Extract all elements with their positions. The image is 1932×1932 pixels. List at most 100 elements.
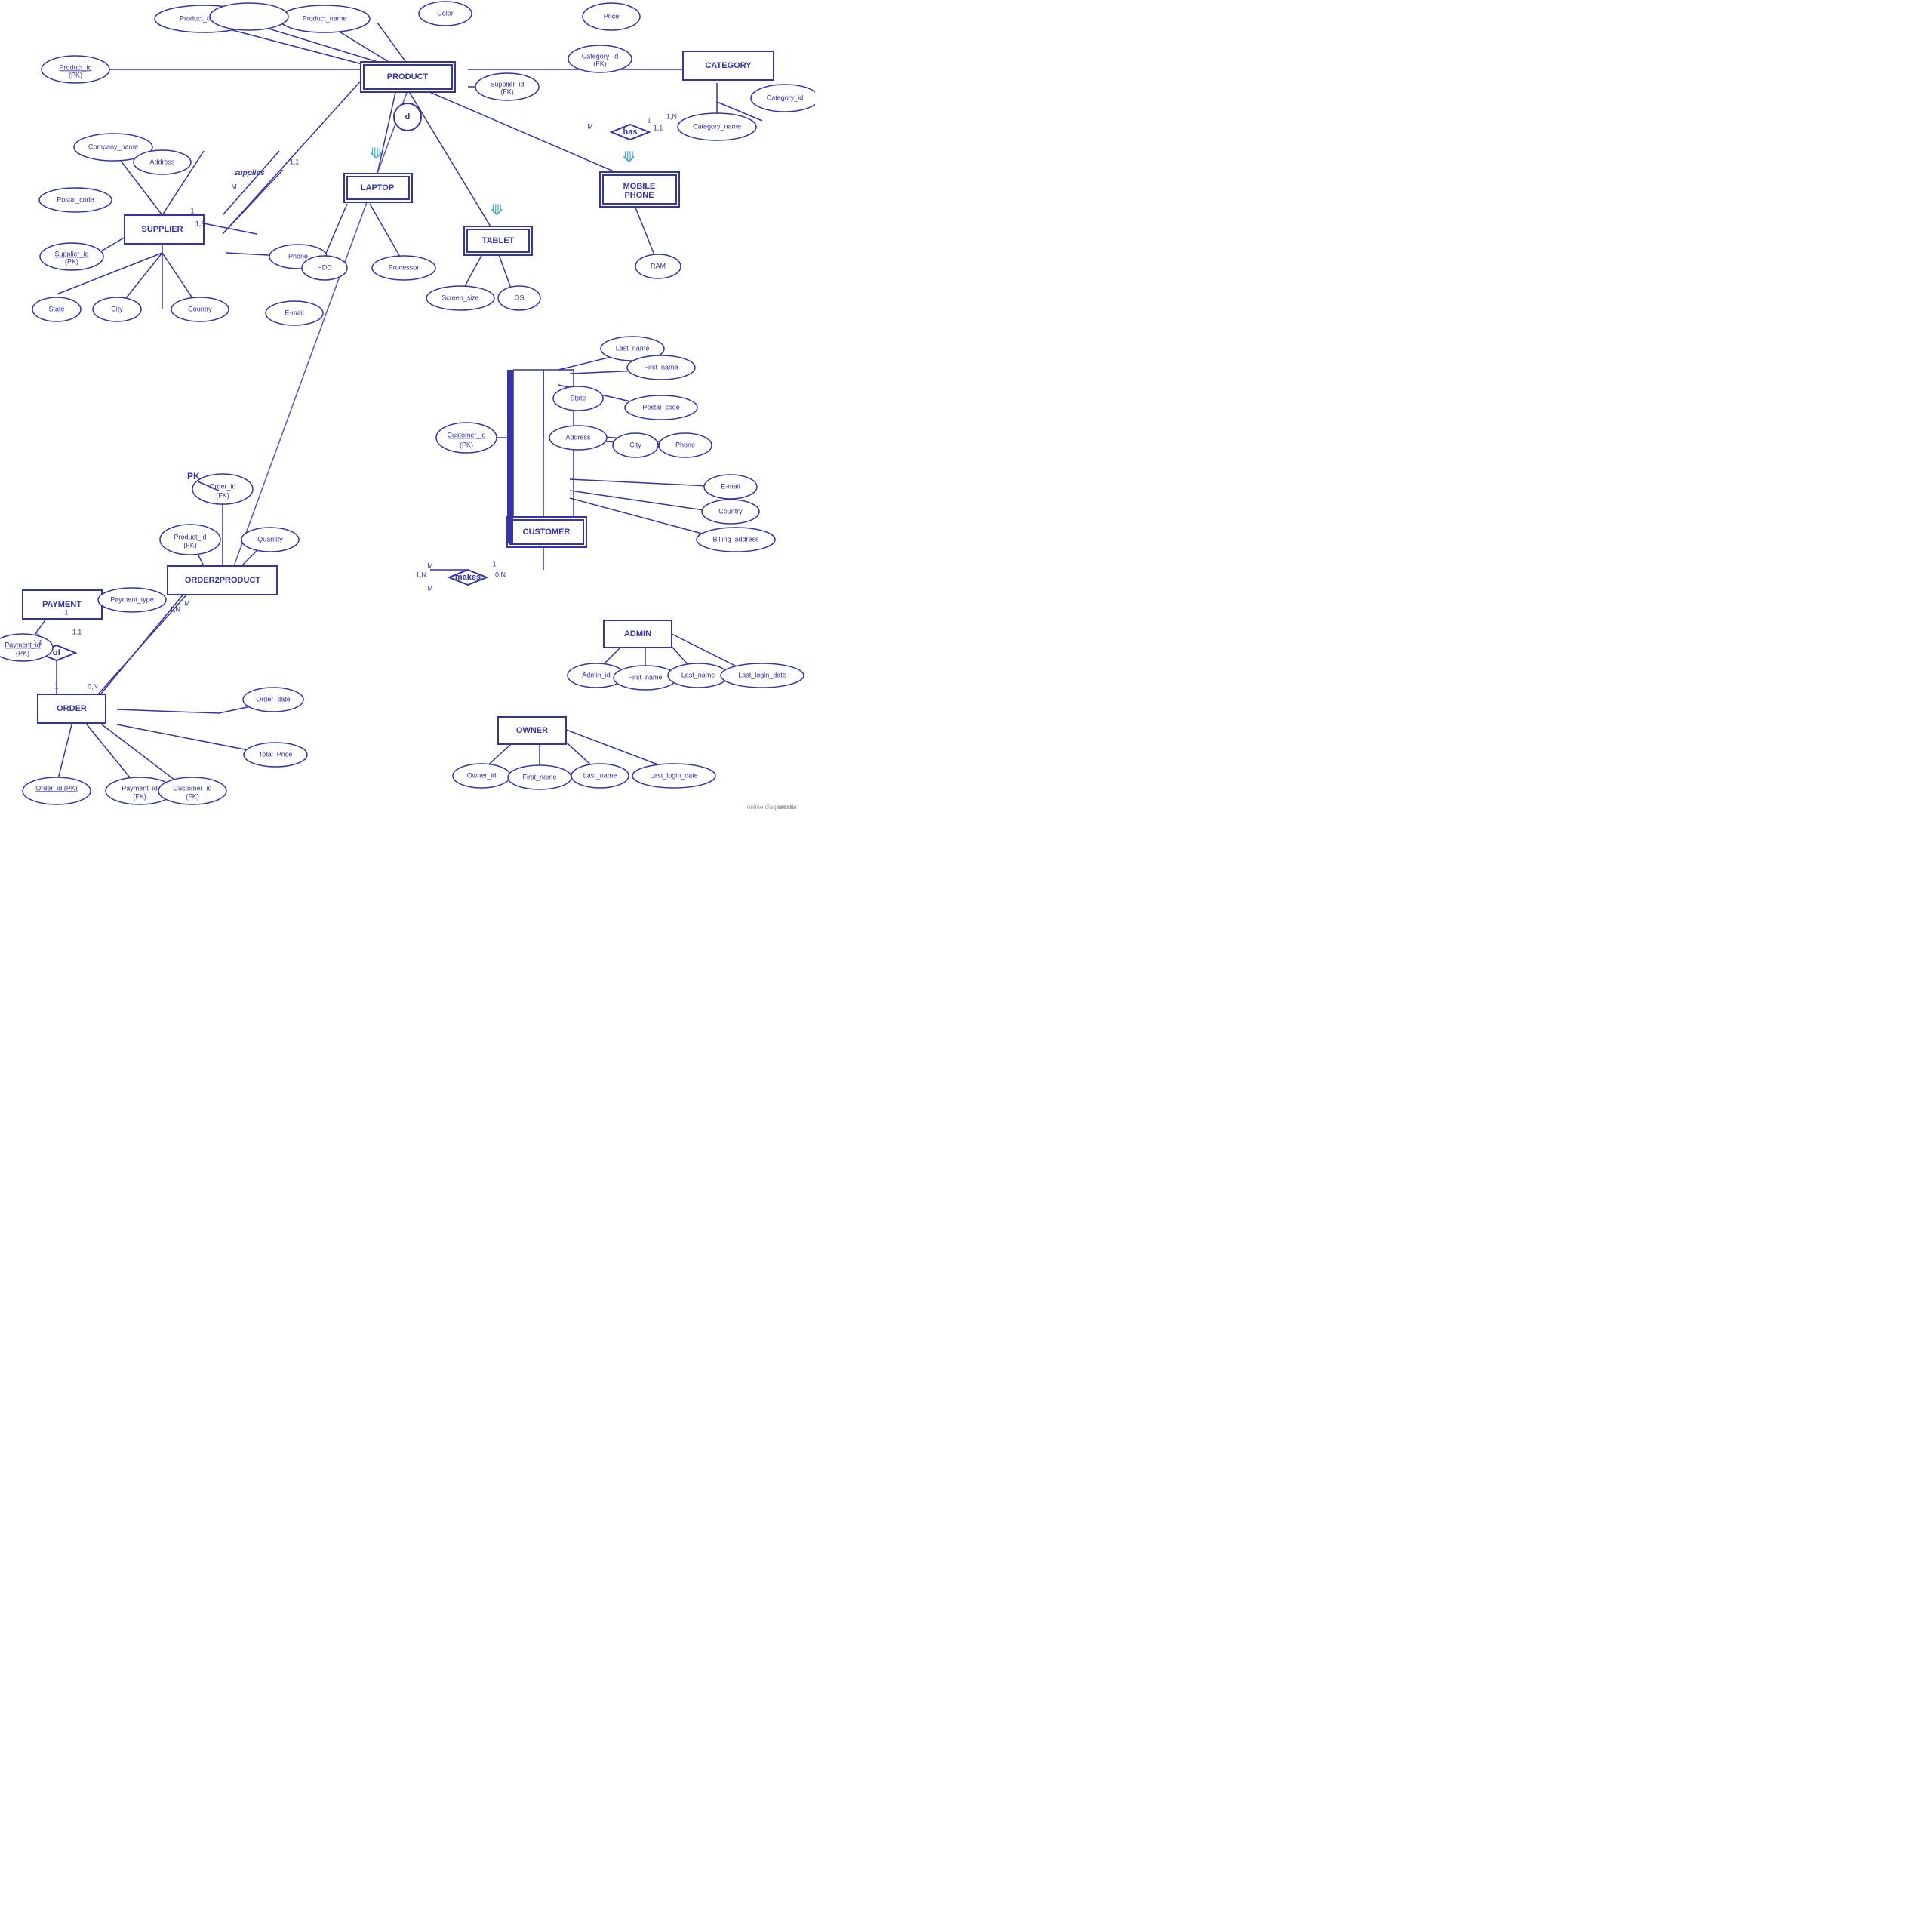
attr-postal-code-supplier-text: Postal_code: [57, 195, 94, 203]
attr-color-text: Color: [437, 9, 454, 17]
card-supplies-1: 1: [190, 207, 194, 214]
attr-supplier-id-fk-text: Supplier_id: [490, 80, 524, 88]
attr-phone-supplier-text: Phone: [288, 252, 308, 260]
attr-billing-address-text: Billing_address: [712, 535, 759, 543]
customer-label: CUSTOMER: [523, 528, 571, 537]
owner-label: OWNER: [516, 726, 548, 735]
customer-box-left: [507, 370, 513, 543]
attr-order-id-fk-sub: (FK): [216, 491, 229, 499]
card-o2p-m: M: [184, 599, 190, 607]
isa-arrow-right: ⟱: [623, 149, 635, 166]
attr-postal-code-cust-text: Postal_code: [642, 403, 680, 411]
product-label: PRODUCT: [387, 72, 429, 82]
attr-product-id-pk-sub: (PK): [69, 71, 82, 78]
card-supplies-m: M: [231, 183, 237, 190]
isa-arrow-mid: ⟱: [491, 202, 503, 219]
card-has-m: M: [587, 122, 593, 130]
attr-city-cust-text: City: [629, 441, 641, 448]
watermark-brand: creati: [777, 804, 793, 811]
tablet-label: TABLET: [482, 236, 515, 245]
order-label: ORDER: [57, 704, 87, 713]
attr-os-text: OS: [514, 294, 524, 301]
attr-date-added: [210, 3, 288, 30]
attr-owner-first-name-text: First_name: [522, 773, 556, 780]
attr-order-date-text: Order_date: [256, 695, 291, 703]
attr-supplier-id-fk-sub: (FK): [500, 88, 514, 95]
attr-email-cust-text: E-mail: [721, 482, 740, 490]
attr-customer-id-fk-order-sub: (FK): [186, 792, 199, 800]
mobile-label: MOBILE: [623, 182, 656, 191]
card-makes-m-right: M: [427, 584, 433, 592]
card-supplies-11: 1,1: [290, 158, 300, 165]
card-has-1: 1: [647, 116, 651, 124]
attr-category-id-text: Category_id: [767, 94, 804, 101]
supplier-label: SUPPLIER: [141, 225, 183, 234]
attr-owner-last-login-text: Last_login_date: [650, 771, 698, 779]
supplies-label: supplies: [234, 169, 265, 177]
attr-payment-id-fk-text: Payment_id: [122, 784, 158, 792]
category-label: CATEGORY: [705, 61, 752, 70]
attr-last-name-cust-text: Last_name: [616, 344, 650, 352]
attr-product-name-text: Product_name: [303, 14, 347, 22]
laptop-label: LAPTOP: [361, 183, 394, 192]
attr-category-id-fk-text: Category_id: [582, 52, 619, 60]
attr-state-cust-text: State: [570, 394, 586, 401]
card-makes-1n-left: 1,N: [416, 571, 426, 578]
order2product-label: ORDER2PRODUCT: [185, 576, 261, 585]
attr-admin-last-login-text: Last_login_date: [738, 671, 786, 678]
isa-arrow-left: ⟱: [370, 146, 383, 162]
card-makes-1: 1: [492, 560, 496, 568]
attr-product-id-pk-text: Product_id: [59, 63, 91, 71]
attr-customer-id-pk-sub: (PK): [460, 441, 473, 448]
attr-address-cust-text: Address: [565, 433, 591, 441]
attr-processor-text: Processor: [389, 263, 420, 271]
attr-admin-first-name-text: First_name: [628, 673, 662, 681]
card-of-11-right: 1,1: [72, 628, 82, 635]
attr-admin-last-name-text: Last_name: [681, 671, 715, 678]
attr-owner-id-text: Owner_id: [467, 771, 497, 779]
attr-quantity-text: Quantity: [257, 535, 283, 543]
attr-address-supplier-text: Address: [149, 158, 175, 165]
attr-first-name-cust-text: First_name: [644, 363, 678, 371]
attr-payment-id-pk-sub: (PK): [16, 649, 29, 657]
card-of-1-left: 1: [35, 628, 39, 635]
attr-price-text: Price: [604, 12, 620, 20]
attr-payment-type-text: Payment_type: [110, 595, 154, 603]
attr-owner-last-name-text: Last_name: [583, 771, 617, 779]
mobile-label2: PHONE: [624, 191, 654, 200]
er-diagram: PRODUCT CATEGORY SUPPLIER LAPTOP TABLET …: [0, 0, 815, 815]
card-has-1n: 1,N: [666, 112, 677, 120]
pk-label: PK: [187, 471, 200, 481]
attr-company-name-text: Company_name: [88, 143, 138, 150]
attr-order-id-pk-text: Order_id (PK): [35, 784, 78, 792]
attr-product-id-fk-text: Product_id: [174, 533, 206, 540]
attr-city-supplier-text: City: [111, 305, 123, 312]
attr-total-price-text: Total_Price: [259, 750, 293, 758]
attr-country-cust-text: Country: [718, 507, 743, 515]
attr-supplier-id-pk-text: Supplier_id: [54, 250, 88, 257]
card-of-11-left: 1,1: [33, 638, 43, 646]
attr-product-id-fk-sub: (FK): [183, 541, 197, 549]
attr-category-id-fk-sub: (FK): [593, 60, 607, 67]
attr-category-name-text: Category_name: [693, 122, 741, 130]
card-of-1-bottom: 1: [54, 682, 58, 690]
attr-state-supplier-text: State: [48, 305, 64, 312]
of-label: of: [53, 648, 61, 657]
has-label: has: [623, 128, 638, 137]
attr-order-id-fk-text: Order_id: [209, 482, 235, 490]
attr-customer-id-pk-text: Customer_id: [447, 431, 485, 438]
attr-phone-cust-text: Phone: [675, 441, 695, 448]
attr-hdd-text: HDD: [317, 263, 332, 271]
card-of-1-top: 1: [64, 608, 68, 616]
card-makes-0n-right: 0,N: [495, 571, 506, 578]
attr-admin-id-text: Admin_id: [582, 671, 611, 678]
attr-ram-text: RAM: [651, 262, 666, 269]
attr-country-supplier-text: Country: [188, 305, 212, 312]
card-o2p-0n: 0,N: [88, 682, 98, 690]
isa-label: d: [405, 112, 411, 122]
payment-label: PAYMENT: [42, 600, 82, 609]
admin-label: ADMIN: [624, 629, 651, 638]
card-makes-m-left: M: [427, 561, 433, 569]
card-supplies-13: 1,3: [195, 220, 205, 227]
attr-email-supplier-text: E-mail: [285, 309, 304, 316]
